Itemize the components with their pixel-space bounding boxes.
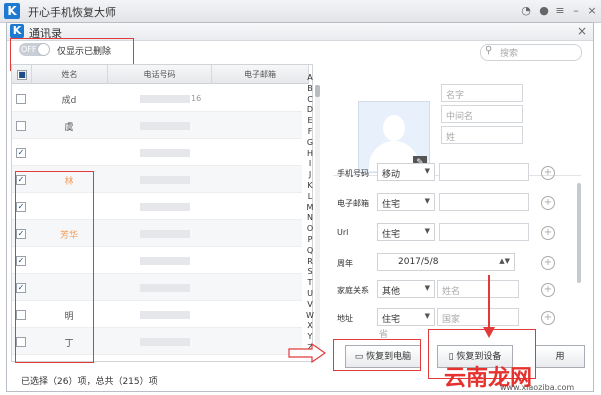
alphabet-letter[interactable]: A	[305, 73, 315, 84]
add-address-icon[interactable]: +	[541, 311, 555, 325]
family-name-field[interactable]: 姓名	[437, 280, 519, 298]
window-logo-icon: K	[10, 24, 24, 38]
address-country-field[interactable]: 国家	[437, 308, 519, 326]
contact-phone-blurred	[140, 338, 190, 346]
table-row[interactable]: ✓	[12, 139, 302, 166]
contact-phone-blurred	[140, 230, 190, 238]
row-checkbox[interactable]	[16, 121, 26, 131]
alphabet-index[interactable]: ABCDEFGHIJKLMNOPQRSTUVWXYZ	[305, 73, 315, 354]
last-name-field[interactable]: 姓	[441, 126, 523, 144]
column-header-phone[interactable]: 电话号码	[108, 65, 212, 84]
contact-phone-blurred	[140, 149, 190, 157]
first-name-field[interactable]: 名字	[441, 84, 523, 102]
alphabet-letter[interactable]: S	[305, 267, 315, 278]
table-row[interactable]: 成d 16	[12, 85, 302, 112]
alphabet-letter[interactable]: D	[305, 105, 315, 116]
email-label: 电子邮箱	[337, 199, 369, 208]
column-header-email[interactable]: 电子邮箱	[212, 65, 309, 84]
contact-phone-blurred	[140, 311, 190, 319]
avatar-head	[383, 115, 405, 141]
url-field[interactable]	[439, 223, 529, 241]
chat-icon[interactable]: ●	[537, 4, 551, 18]
search-input[interactable]	[480, 44, 582, 61]
url-label: Url	[337, 228, 349, 237]
minimize-icon[interactable]: –	[569, 4, 583, 18]
detail-scrollbar[interactable]	[577, 183, 581, 283]
alphabet-letter[interactable]: X	[305, 321, 315, 332]
contact-phone-tail: 16	[191, 94, 202, 103]
contact-phone-blurred	[140, 257, 190, 265]
alphabet-letter[interactable]: L	[305, 192, 315, 203]
alphabet-letter[interactable]: M	[305, 203, 315, 214]
alphabet-letter[interactable]: H	[305, 149, 315, 160]
select-all-checkbox[interactable]: ■	[17, 70, 27, 80]
family-label: 家庭关系	[337, 286, 369, 295]
app-logo-icon: K	[4, 3, 20, 19]
contact-phone-blurred	[140, 203, 190, 211]
highlight-arrow-down	[483, 275, 495, 338]
add-url-icon[interactable]: +	[541, 226, 555, 240]
phone-label: 手机号码	[337, 169, 369, 178]
search-icon: ⚲	[485, 45, 493, 56]
alphabet-letter[interactable]: W	[305, 311, 315, 322]
alphabet-letter[interactable]: P	[305, 235, 315, 246]
family-type-select[interactable]: 其他 ▼	[377, 280, 435, 298]
wechat-icon[interactable]: ◔	[519, 4, 533, 18]
alphabet-letter[interactable]: N	[305, 213, 315, 224]
address-type-select[interactable]: 住宅 ▼	[377, 308, 435, 326]
selection-status: 已选择（26）项，总共（215）项	[21, 377, 158, 387]
contact-phone-blurred	[140, 284, 190, 292]
contact-phone-blurred	[140, 95, 190, 103]
column-header-name[interactable]: 姓名	[32, 65, 108, 84]
add-phone-icon[interactable]: +	[541, 166, 555, 180]
table-scrollbar[interactable]	[315, 86, 320, 358]
row-checkbox[interactable]	[16, 94, 26, 104]
contact-phone-blurred	[140, 122, 190, 130]
select-all-header: ■	[12, 65, 32, 84]
contact-phone-blurred	[140, 176, 190, 184]
alphabet-letter[interactable]: V	[305, 300, 315, 311]
add-email-icon[interactable]: +	[541, 196, 555, 210]
email-field[interactable]	[439, 193, 529, 211]
alphabet-letter[interactable]: C	[305, 95, 315, 106]
alphabet-letter[interactable]: G	[305, 138, 315, 149]
url-type-select[interactable]: 住宅 ▼	[377, 223, 435, 241]
table-scrollbar-thumb[interactable]	[315, 85, 320, 97]
add-date-icon[interactable]: +	[541, 256, 555, 270]
contact-name: 虞	[64, 123, 74, 133]
row-checkbox[interactable]: ✓	[16, 148, 26, 158]
phone-type-select[interactable]: 移动 ▼	[377, 163, 435, 181]
alphabet-letter[interactable]: E	[305, 116, 315, 127]
middle-name-field[interactable]: 中间名	[441, 105, 523, 123]
alphabet-letter[interactable]: O	[305, 224, 315, 235]
close-icon[interactable]: ×	[585, 4, 599, 18]
contact-name: 成d	[61, 96, 77, 106]
highlight-box-restore	[333, 339, 421, 371]
email-type-select[interactable]: 住宅 ▼	[377, 193, 435, 211]
extra-button[interactable]: 用	[535, 345, 585, 368]
alphabet-letter[interactable]: K	[305, 181, 315, 192]
menu-icon[interactable]: ≡	[553, 4, 567, 18]
alphabet-letter[interactable]: I	[305, 159, 315, 170]
address-label: 地址	[337, 314, 353, 323]
alphabet-letter[interactable]: U	[305, 289, 315, 300]
phone-field[interactable]	[439, 163, 529, 181]
alphabet-letter[interactable]: F	[305, 127, 315, 138]
add-family-icon[interactable]: +	[541, 283, 555, 297]
alphabet-letter[interactable]: R	[305, 257, 315, 268]
alphabet-letter[interactable]: B	[305, 84, 315, 95]
watermark-url: www.xiaoziba.com	[500, 383, 575, 392]
app-title: 开心手机恢复大师	[28, 6, 116, 19]
highlight-arrow-right	[288, 343, 326, 363]
table-row[interactable]: 虞	[12, 112, 302, 139]
alphabet-letter[interactable]: Y	[305, 332, 315, 343]
highlight-box-deleted	[15, 171, 94, 363]
alphabet-letter[interactable]: T	[305, 278, 315, 289]
alphabet-letter[interactable]: J	[305, 170, 315, 181]
window-close-icon[interactable]: ×	[577, 24, 587, 38]
alphabet-letter[interactable]: Q	[305, 246, 315, 257]
anniversary-label: 周年	[337, 259, 353, 268]
anniversary-date-picker[interactable]: 2017/5/8 ▲▼	[377, 253, 515, 271]
search-placeholder: 搜索	[500, 49, 519, 59]
